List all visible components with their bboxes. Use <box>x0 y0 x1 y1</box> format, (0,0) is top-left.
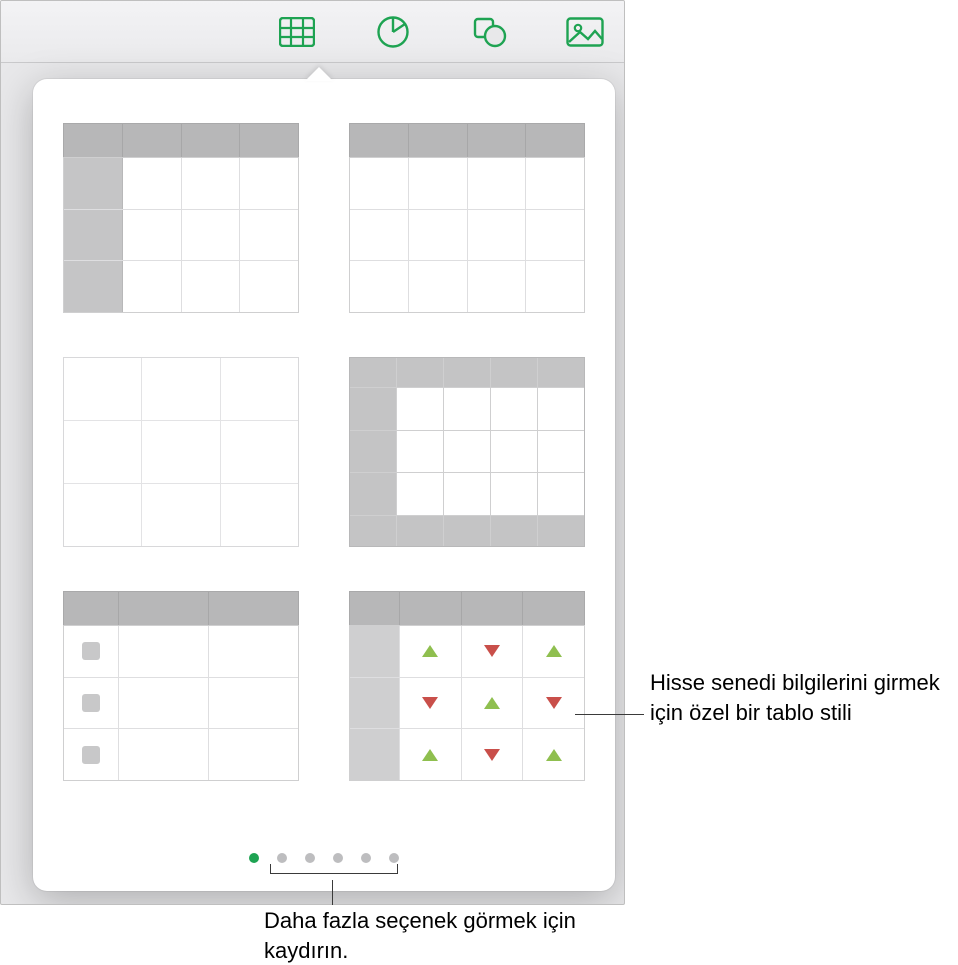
arrow-up-icon <box>546 645 562 657</box>
table-style-stock-arrows[interactable] <box>349 591 585 781</box>
arrow-down-icon <box>484 645 500 657</box>
popover-panel <box>33 79 615 891</box>
callout-bracket <box>270 864 398 874</box>
callout-leader-line <box>575 714 644 715</box>
page-dot-5[interactable] <box>361 853 371 863</box>
insert-table-button[interactable] <box>270 10 324 54</box>
chart-icon <box>376 15 410 49</box>
arrow-up-icon <box>422 645 438 657</box>
insert-chart-button[interactable] <box>366 10 420 54</box>
page-indicator[interactable] <box>33 853 615 863</box>
arrow-up-icon <box>546 749 562 761</box>
checkbox-icon <box>82 746 100 764</box>
arrow-up-icon <box>484 697 500 709</box>
table-icon <box>279 17 315 47</box>
insert-shape-button[interactable] <box>462 10 516 54</box>
media-icon <box>566 17 604 47</box>
table-style-header-only[interactable] <box>349 123 585 313</box>
page-dot-6[interactable] <box>389 853 399 863</box>
callout-leader-line <box>332 880 333 905</box>
toolbar <box>1 1 624 63</box>
table-style-grid <box>63 123 585 781</box>
table-styles-popover <box>33 79 615 891</box>
arrow-down-icon <box>422 697 438 709</box>
arrow-up-icon <box>422 749 438 761</box>
app-window <box>0 0 625 905</box>
stock-arrows-body <box>349 625 585 781</box>
page-dot-4[interactable] <box>333 853 343 863</box>
callout-swipe-hint: Daha fazla seçenek görmek için kaydırın. <box>264 906 664 965</box>
table-style-checklist[interactable] <box>63 591 299 781</box>
insert-media-button[interactable] <box>558 10 612 54</box>
checkbox-icon <box>82 642 100 660</box>
table-style-plain-grid[interactable] <box>63 357 299 547</box>
table-style-header-and-column[interactable] <box>63 123 299 313</box>
page-dot-3[interactable] <box>305 853 315 863</box>
table-style-framed-header-footer[interactable] <box>349 357 585 547</box>
page-dot-2[interactable] <box>277 853 287 863</box>
shape-icon <box>471 16 507 48</box>
arrow-down-icon <box>484 749 500 761</box>
arrow-down-icon <box>546 697 562 709</box>
page-dot-1[interactable] <box>249 853 259 863</box>
checkbox-icon <box>82 694 100 712</box>
callout-stock-style: Hisse senedi bilgilerini girmek için öze… <box>650 668 950 727</box>
